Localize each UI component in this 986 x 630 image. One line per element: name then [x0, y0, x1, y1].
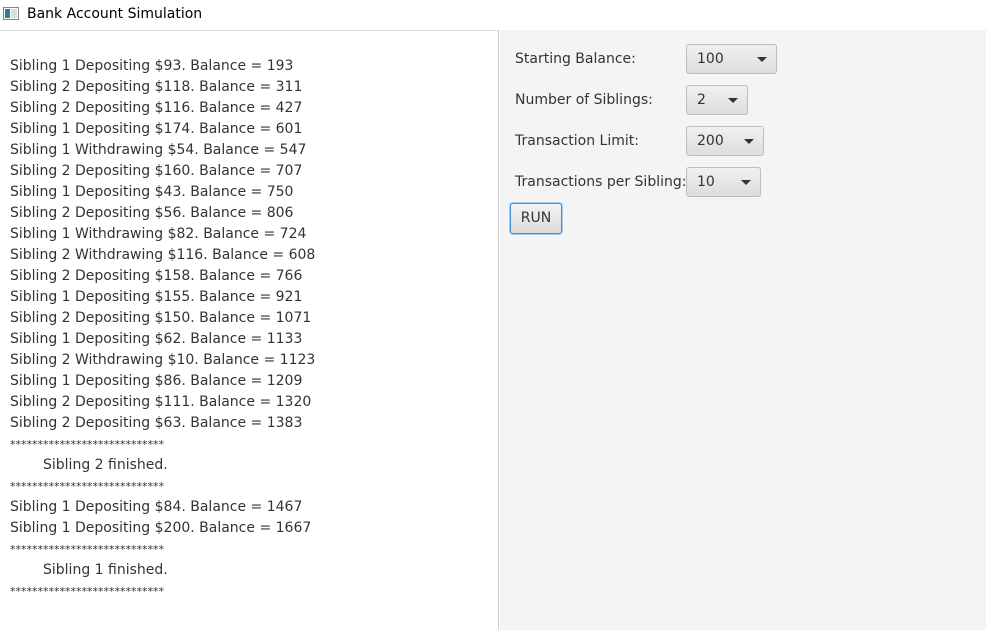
controls-panel: Starting Balance: 100 Number of Siblings… [500, 30, 986, 630]
log-line: Sibling 1 Depositing $200. Balance = 166… [10, 520, 312, 536]
log-line: Sibling 1 Depositing $155. Balance = 921 [10, 289, 303, 305]
app-window: Bank Account Simulation Sibling 1 Deposi… [0, 0, 986, 630]
starting-balance-combo[interactable]: 100 [686, 44, 777, 74]
log-line: Sibling 1 Withdrawing $54. Balance = 547 [10, 142, 307, 158]
log-line: Sibling 1 Depositing $86. Balance = 1209 [10, 373, 303, 389]
chevron-down-icon [728, 98, 738, 103]
run-button[interactable]: RUN [510, 203, 562, 234]
log-line: Sibling 1 Depositing $43. Balance = 750 [10, 184, 294, 200]
chevron-down-icon [741, 180, 751, 185]
window-title: Bank Account Simulation [27, 6, 203, 22]
log-line: Sibling 2 Depositing $116. Balance = 427 [10, 100, 303, 116]
log-line: Sibling 2 Withdrawing $10. Balance = 112… [10, 352, 316, 368]
number-of-siblings-value: 2 [697, 92, 706, 108]
log-line: Sibling 1 Depositing $93. Balance = 193 [10, 58, 294, 74]
chevron-down-icon [757, 57, 767, 62]
transactions-per-sibling-combo[interactable]: 10 [686, 167, 761, 197]
log-line: Sibling 2 Depositing $111. Balance = 132… [10, 394, 312, 410]
app-icon [3, 7, 19, 20]
log-line: Sibling 2 Depositing $150. Balance = 107… [10, 310, 312, 326]
starting-balance-value: 100 [697, 51, 724, 67]
chevron-down-icon [744, 139, 754, 144]
transaction-limit-combo[interactable]: 200 [686, 126, 764, 156]
transaction-limit-label: Transaction Limit: [515, 133, 639, 149]
number-of-siblings-label: Number of Siblings: [515, 92, 653, 108]
log-separator: **************************** [10, 438, 164, 451]
log-text-area[interactable]: Sibling 1 Depositing $93. Balance = 193 S… [0, 30, 499, 630]
transaction-limit-value: 200 [697, 133, 724, 149]
transactions-per-sibling-label: Transactions per Sibling: [515, 174, 687, 190]
log-status-line: Sibling 2 finished. [43, 457, 168, 473]
log-line: Sibling 1 Depositing $62. Balance = 1133 [10, 331, 303, 347]
log-line: Sibling 2 Depositing $63. Balance = 1383 [10, 415, 303, 431]
log-line: Sibling 1 Depositing $174. Balance = 601 [10, 121, 303, 137]
transactions-per-sibling-value: 10 [697, 174, 715, 190]
log-line: Sibling 1 Withdrawing $82. Balance = 724 [10, 226, 307, 242]
log-status-line: Sibling 1 finished. [43, 562, 168, 578]
log-separator: **************************** [10, 543, 164, 556]
log-separator: **************************** [10, 480, 164, 493]
number-of-siblings-combo[interactable]: 2 [686, 85, 748, 115]
log-content: Sibling 1 Depositing $93. Balance = 193 S… [10, 56, 315, 602]
log-separator: **************************** [10, 585, 164, 598]
log-line: Sibling 2 Withdrawing $116. Balance = 60… [10, 247, 316, 263]
title-bar: Bank Account Simulation [0, 0, 986, 30]
log-line: Sibling 1 Depositing $84. Balance = 1467 [10, 499, 303, 515]
log-line: Sibling 2 Depositing $118. Balance = 311 [10, 79, 303, 95]
starting-balance-label: Starting Balance: [515, 51, 636, 67]
log-line: Sibling 2 Depositing $158. Balance = 766 [10, 268, 303, 284]
log-line: Sibling 2 Depositing $160. Balance = 707 [10, 163, 303, 179]
log-line: Sibling 2 Depositing $56. Balance = 806 [10, 205, 294, 221]
